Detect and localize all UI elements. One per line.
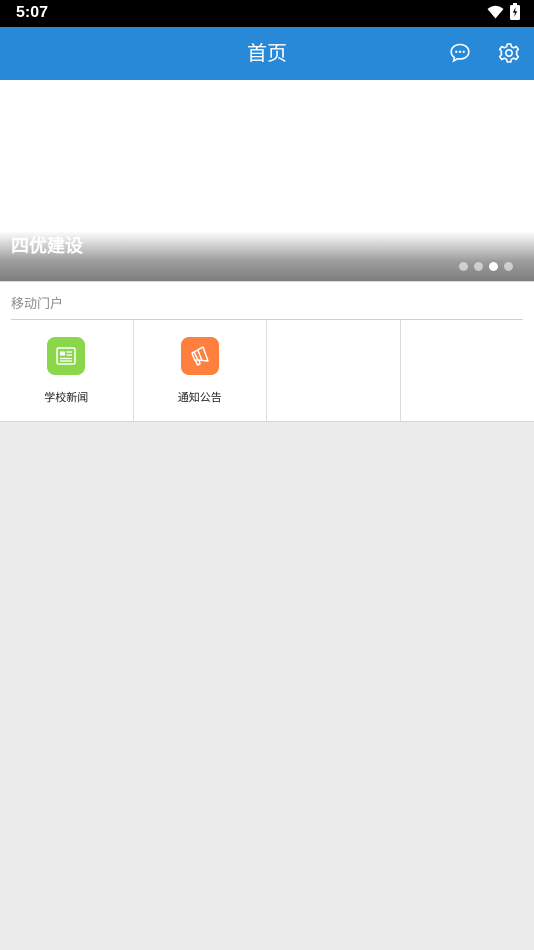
- portal-item-school-news[interactable]: 学校新闻: [0, 320, 134, 422]
- news-icon: [47, 337, 86, 375]
- app-bar: 首页: [0, 27, 534, 80]
- settings-icon[interactable]: [496, 40, 522, 66]
- battery-charging-icon: [510, 3, 520, 24]
- wifi-icon: [487, 4, 504, 23]
- portal-item-empty: [267, 320, 401, 422]
- portal-item-empty: [401, 320, 534, 422]
- carousel-dot[interactable]: [459, 262, 468, 271]
- carousel-indicator: [459, 262, 513, 271]
- status-time: 5:07: [16, 4, 49, 21]
- megaphone-icon: [180, 337, 219, 375]
- carousel-dot-active[interactable]: [489, 262, 498, 271]
- status-icons: [487, 3, 520, 24]
- portal-item-label: 学校新闻: [44, 391, 89, 404]
- status-bar: 5:07: [0, 0, 534, 27]
- chat-icon[interactable]: [447, 40, 473, 66]
- portal-item-notices[interactable]: 通知公告: [134, 320, 267, 422]
- portal-item-label: 通知公告: [177, 391, 222, 404]
- portal-grid: 学校新闻 通知公告: [0, 320, 534, 422]
- banner-caption: 四优建设: [11, 236, 83, 257]
- mobile-portal-section: 移动门户 学校新闻 通知公告: [0, 281, 534, 422]
- carousel-dot[interactable]: [474, 262, 483, 271]
- carousel-dot[interactable]: [504, 262, 513, 271]
- banner-carousel[interactable]: 四优建设: [0, 80, 534, 281]
- section-title: 移动门户: [11, 297, 64, 312]
